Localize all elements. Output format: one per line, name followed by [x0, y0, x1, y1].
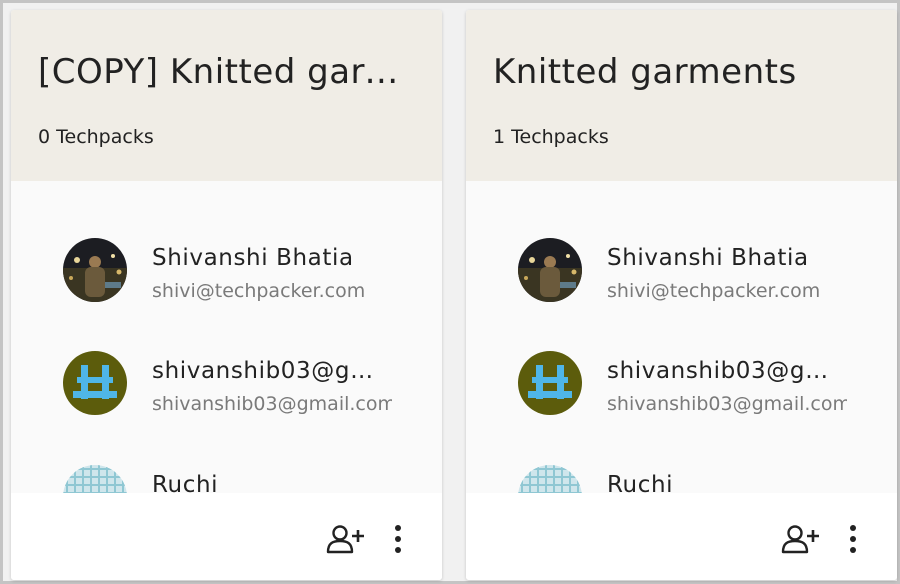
collection-card[interactable]: [COPY] Knitted garments 0 Techpacks — [11, 10, 442, 580]
member-name: shivanshib03@gmail.com — [607, 358, 847, 384]
techpack-count: 1 Techpacks — [493, 126, 609, 148]
collection-title[interactable]: [COPY] Knitted garments — [38, 52, 420, 92]
member-email: shivanshib03@gmail.com — [607, 393, 847, 415]
member-item[interactable]: shivanshib03@gmail.com shivanshib03@gmai… — [63, 351, 393, 421]
member-email: shivi@techpacker.com — [152, 280, 366, 302]
member-name: Ruchi — [152, 472, 219, 493]
techpack-count: 0 Techpacks — [38, 126, 154, 148]
card-actions — [466, 493, 897, 580]
add-member-icon[interactable] — [780, 519, 820, 559]
avatar — [518, 238, 582, 302]
more-vertical-icon[interactable] — [833, 519, 873, 559]
member-email: shivanshib03@gmail.com — [152, 393, 392, 415]
avatar — [63, 465, 127, 493]
card-actions — [11, 493, 442, 580]
avatar — [63, 351, 127, 415]
avatar — [518, 465, 582, 493]
member-item[interactable]: Ruchi — [518, 465, 848, 493]
member-email: shivi@techpacker.com — [607, 280, 821, 302]
add-member-icon[interactable] — [325, 519, 365, 559]
member-name: Shivanshi Bhatia — [607, 245, 809, 271]
avatar — [518, 351, 582, 415]
member-list: Shivanshi Bhatia shivi@techpacker.com sh… — [466, 181, 897, 493]
member-item[interactable]: Shivanshi Bhatia shivi@techpacker.com — [63, 238, 393, 308]
member-list: Shivanshi Bhatia shivi@techpacker.com sh… — [11, 181, 442, 493]
member-item[interactable]: Shivanshi Bhatia shivi@techpacker.com — [518, 238, 848, 308]
card-header[interactable]: [COPY] Knitted garments 0 Techpacks — [11, 10, 442, 181]
card-header[interactable]: Knitted garments 1 Techpacks — [466, 10, 897, 181]
member-name: Ruchi — [607, 472, 674, 493]
member-name: shivanshib03@gmail.com — [152, 358, 392, 384]
avatar — [63, 238, 127, 302]
collection-card[interactable]: Knitted garments 1 Techpacks Shivanshi B… — [466, 10, 897, 580]
app-frame: [COPY] Knitted garments 0 Techpacks — [0, 0, 900, 584]
collection-title[interactable]: Knitted garments — [493, 52, 875, 92]
member-name: Shivanshi Bhatia — [152, 245, 354, 271]
member-item[interactable]: shivanshib03@gmail.com shivanshib03@gmai… — [518, 351, 848, 421]
member-item[interactable]: Ruchi — [63, 465, 393, 493]
more-vertical-icon[interactable] — [378, 519, 418, 559]
